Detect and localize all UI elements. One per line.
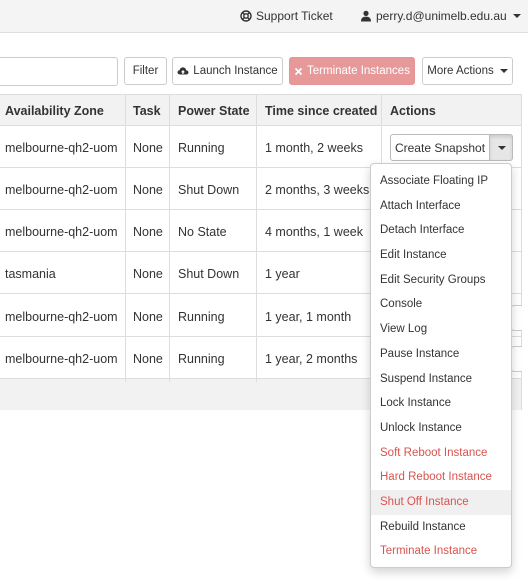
more-actions-label: More Actions <box>427 65 494 77</box>
chevron-down-icon <box>499 69 508 73</box>
cloud-upload-icon <box>177 67 189 75</box>
cell-availability-zone: melbourne-qh2-uom <box>5 225 118 239</box>
cell-task: None <box>133 183 163 197</box>
cell-time-since-created: 1 year <box>265 267 300 281</box>
search-input[interactable] <box>0 57 118 86</box>
cell-time-since-created: 1 year, 1 month <box>265 310 352 324</box>
menu-item-suspend-instance[interactable]: Suspend Instance <box>371 367 511 392</box>
cell-time-since-created: 1 month, 2 weeks <box>265 141 363 155</box>
menu-item-terminate-instance[interactable]: Terminate Instance <box>371 539 511 564</box>
menu-item-edit-security-groups[interactable]: Edit Security Groups <box>371 268 511 293</box>
cell-time-since-created: 4 months, 1 week <box>265 225 363 239</box>
support-ticket-label: Support Ticket <box>256 9 333 23</box>
chevron-down-icon <box>498 145 506 150</box>
header-actions: Actions <box>390 104 436 118</box>
cell-availability-zone: melbourne-qh2-uom <box>5 183 118 197</box>
menu-item-shut-off-instance[interactable]: Shut Off Instance <box>371 489 511 515</box>
row-action-button-edge[interactable] <box>511 305 522 331</box>
cell-power-state: Running <box>178 352 225 366</box>
cell-power-state: No State <box>178 225 227 239</box>
column-divider <box>125 95 126 382</box>
header-availability-zone[interactable]: Availability Zone <box>5 104 104 118</box>
actions-dropdown-toggle[interactable] <box>490 134 513 161</box>
cell-time-since-created: 2 months, 3 weeks <box>265 183 370 197</box>
menu-item-associate-floating-ip[interactable]: Associate Floating IP <box>371 169 511 194</box>
menu-item-edit-instance[interactable]: Edit Instance <box>371 243 511 268</box>
table-header: Availability Zone Task Power State Time … <box>0 95 521 126</box>
cell-power-state: Running <box>178 141 225 155</box>
header-time-since-created[interactable]: Time since created <box>265 104 377 118</box>
terminate-instances-label: Terminate Instances <box>307 65 410 77</box>
launch-instance-label: Launch Instance <box>193 65 278 77</box>
cell-task: None <box>133 267 163 281</box>
cell-task: None <box>133 141 163 155</box>
column-divider <box>169 95 170 382</box>
more-actions-button[interactable]: More Actions <box>422 57 513 85</box>
menu-item-rebuild-instance[interactable]: Rebuild Instance <box>371 515 511 540</box>
cell-availability-zone: melbourne-qh2-uom <box>5 352 118 366</box>
actions-dropdown-menu: Associate Floating IP Attach Interface D… <box>370 163 512 568</box>
menu-item-view-log[interactable]: View Log <box>371 317 511 342</box>
header-task[interactable]: Task <box>133 104 161 118</box>
user-icon <box>361 10 371 22</box>
row-actions-split-button: Create Snapshot <box>390 134 513 161</box>
times-icon <box>294 67 303 75</box>
filter-button-label: Filter <box>132 65 159 77</box>
cell-task: None <box>133 310 163 324</box>
cell-power-state: Running <box>178 310 225 324</box>
column-divider <box>256 95 257 382</box>
menu-item-unlock-instance[interactable]: Unlock Instance <box>371 416 511 441</box>
filter-button[interactable]: Filter <box>124 57 167 85</box>
cell-power-state: Shut Down <box>178 267 240 281</box>
launch-instance-button[interactable]: Launch Instance <box>172 57 283 85</box>
menu-item-attach-interface[interactable]: Attach Interface <box>371 194 511 219</box>
menu-item-pause-instance[interactable]: Pause Instance <box>371 342 511 367</box>
user-email: perry.d@unimelb.edu.au <box>376 9 507 23</box>
cell-availability-zone: melbourne-qh2-uom <box>5 310 118 324</box>
chevron-down-icon <box>512 14 521 18</box>
cell-power-state: Shut Down <box>178 183 240 197</box>
menu-item-console[interactable]: Console <box>371 292 511 317</box>
user-menu[interactable]: perry.d@unimelb.edu.au <box>360 9 521 23</box>
cell-task: None <box>133 225 163 239</box>
top-navbar: Support Ticket perry.d@unimelb.edu.au <box>0 0 528 33</box>
cell-time-since-created: 1 year, 2 months <box>265 352 358 366</box>
menu-item-hard-reboot-instance[interactable]: Hard Reboot Instance <box>371 465 511 490</box>
support-ticket-link[interactable]: Support Ticket <box>240 9 333 23</box>
cell-availability-zone: tasmania <box>5 267 56 281</box>
cell-availability-zone: melbourne-qh2-uom <box>5 141 118 155</box>
menu-item-soft-reboot-instance[interactable]: Soft Reboot Instance <box>371 441 511 466</box>
life-ring-icon <box>240 10 252 22</box>
row-action-button-edge[interactable] <box>511 346 522 372</box>
menu-item-lock-instance[interactable]: Lock Instance <box>371 391 511 416</box>
header-power-state[interactable]: Power State <box>178 104 250 118</box>
create-snapshot-label: Create Snapshot <box>394 140 486 155</box>
menu-item-detach-interface[interactable]: Detach Interface <box>371 218 511 243</box>
create-snapshot-button[interactable]: Create Snapshot <box>390 134 490 161</box>
cell-task: None <box>133 352 163 366</box>
terminate-instances-button[interactable]: Terminate Instances <box>289 57 415 85</box>
